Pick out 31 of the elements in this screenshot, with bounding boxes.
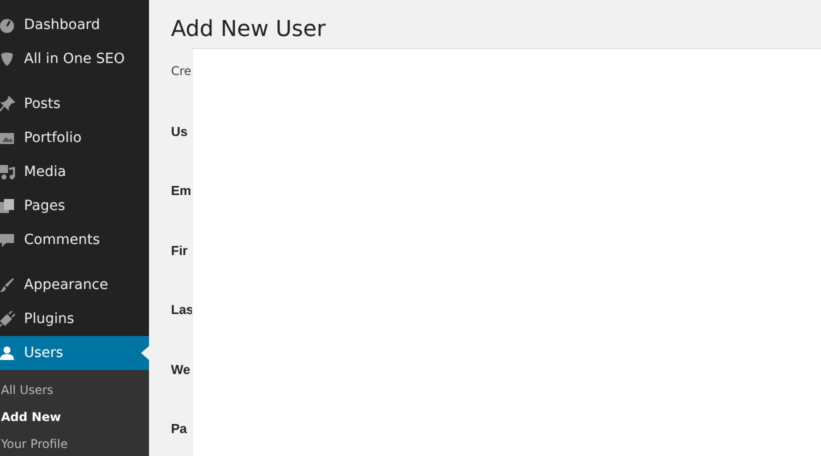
plug-icon (0, 311, 15, 327)
submenu-item[interactable]: All Users (0, 377, 149, 404)
submenu-item[interactable]: Your Profile (0, 431, 149, 456)
pin-icon (0, 96, 15, 112)
intro-text: Cre (171, 63, 192, 80)
field-label: Las (171, 301, 194, 319)
field-label: Fir (171, 242, 189, 260)
sidebar-item[interactable]: Pages (0, 189, 149, 223)
submenu-item[interactable]: Add New (0, 404, 149, 431)
media-icon (0, 164, 15, 180)
sidebar-item[interactable]: Portfolio (0, 121, 149, 155)
user-icon (0, 345, 15, 361)
sidebar-item[interactable]: All in One SEO (0, 42, 149, 76)
sidebar-item[interactable]: Comments (0, 223, 149, 257)
page-title: Add New User (171, 16, 327, 44)
sidebar-item[interactable]: Media (0, 155, 149, 189)
sidebar-item[interactable]: Dashboard (0, 8, 149, 42)
brush-icon (0, 277, 15, 293)
field-label: Em (171, 182, 192, 200)
field-label: We (171, 360, 192, 378)
comment-icon (0, 232, 15, 248)
shield-icon (0, 51, 15, 67)
pointer-icon (141, 346, 149, 360)
field-label: Us (171, 122, 189, 140)
sidebar-item[interactable]: Plugins (0, 302, 149, 336)
sidebar-item[interactable]: Posts (0, 87, 149, 121)
sidebar-item[interactable]: Users (0, 336, 149, 370)
pages-icon (0, 198, 15, 214)
image-icon (0, 130, 15, 146)
sidebar-item[interactable]: Appearance (0, 268, 149, 302)
field-label: Pa (171, 420, 188, 438)
